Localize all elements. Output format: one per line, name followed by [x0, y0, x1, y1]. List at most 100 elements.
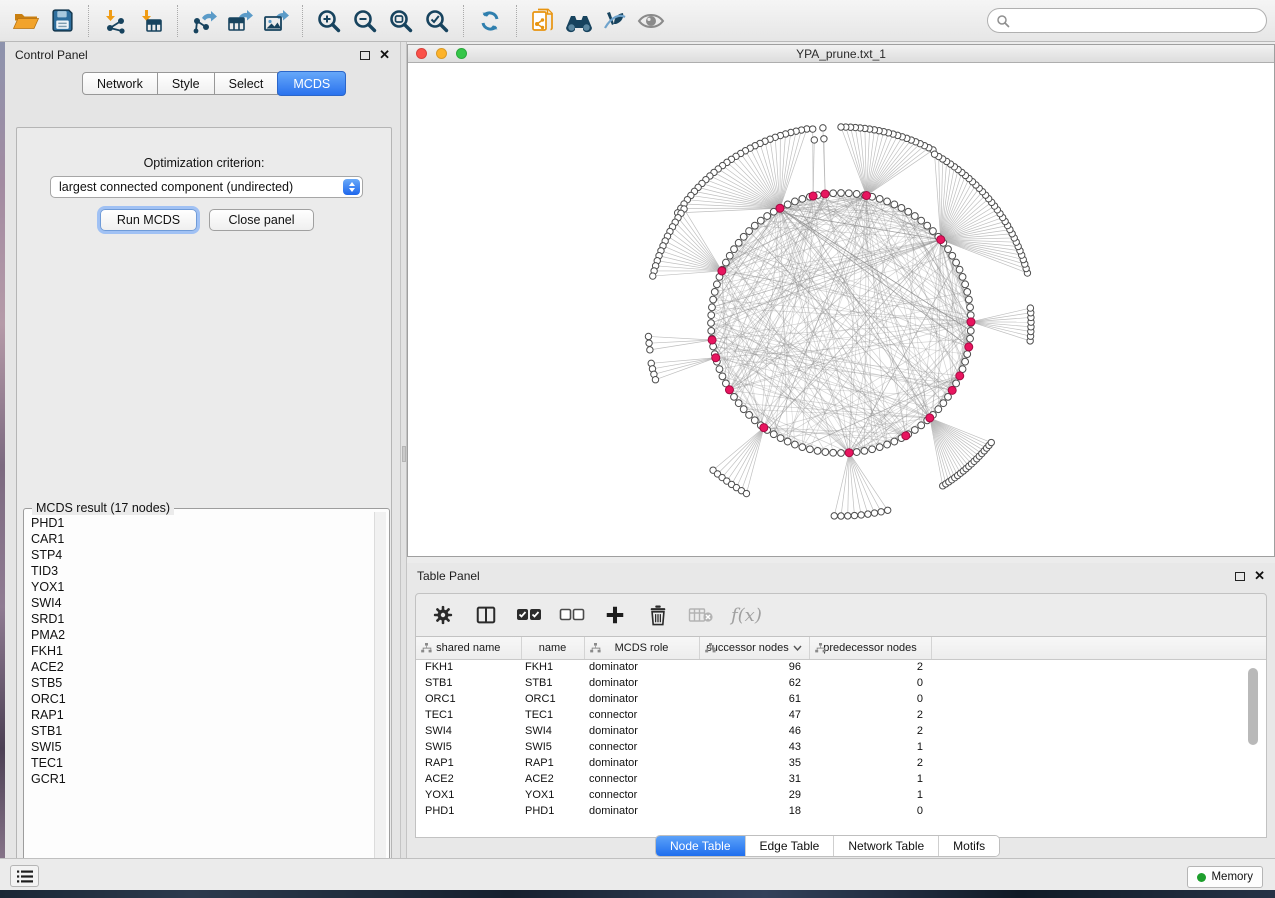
graph-node[interactable]: [853, 191, 860, 198]
column-header-predecessor-nodes[interactable]: predecessor nodes: [809, 637, 931, 659]
graph-node[interactable]: [924, 222, 931, 229]
search-input[interactable]: [1010, 14, 1258, 28]
graph-node[interactable]: [822, 449, 829, 456]
graph-node[interactable]: [784, 201, 791, 208]
graph-node[interactable]: [820, 125, 826, 131]
graph-node[interactable]: [831, 513, 837, 519]
table-row[interactable]: SWI5SWI5connector431: [416, 739, 1266, 755]
graph-mcds-node[interactable]: [809, 192, 817, 200]
network-canvas[interactable]: [408, 63, 1274, 556]
graph-node[interactable]: [652, 377, 658, 383]
graph-node[interactable]: [1027, 305, 1033, 311]
graph-node[interactable]: [646, 340, 652, 346]
export-image-button[interactable]: [258, 4, 294, 38]
graph-node[interactable]: [935, 406, 942, 413]
graph-node[interactable]: [838, 450, 845, 457]
graph-node[interactable]: [876, 444, 883, 451]
graph-node[interactable]: [878, 509, 884, 515]
table-row[interactable]: FKH1FKH1dominator962: [416, 659, 1266, 675]
table-row[interactable]: STB1STB1dominator620: [416, 675, 1266, 691]
graph-mcds-node[interactable]: [862, 192, 870, 200]
graph-node[interactable]: [810, 126, 816, 132]
graph-node[interactable]: [719, 373, 726, 380]
open-file-button[interactable]: [8, 4, 44, 38]
table-row[interactable]: YOX1YOX1connector291: [416, 787, 1266, 803]
graph-node[interactable]: [838, 513, 844, 519]
graph-node[interactable]: [821, 136, 827, 142]
graph-node[interactable]: [647, 347, 653, 353]
table-settings-button[interactable]: [430, 602, 456, 628]
select-all-columns-button[interactable]: [516, 602, 542, 628]
list-item[interactable]: YOX1: [31, 579, 373, 595]
window-zoom-traffic-light[interactable]: [456, 48, 467, 59]
import-table-button[interactable]: [133, 4, 169, 38]
export-network-button[interactable]: [186, 4, 222, 38]
graph-node[interactable]: [853, 449, 860, 456]
search-network-button[interactable]: [561, 4, 597, 38]
list-item[interactable]: TID3: [31, 563, 373, 579]
graph-node[interactable]: [845, 513, 851, 519]
graph-node[interactable]: [811, 137, 817, 143]
window-minimize-traffic-light[interactable]: [436, 48, 447, 59]
graph-node[interactable]: [708, 327, 715, 334]
list-item[interactable]: ORC1: [31, 691, 373, 707]
list-item[interactable]: FKH1: [31, 643, 373, 659]
graph-mcds-node[interactable]: [760, 424, 768, 432]
list-item[interactable]: PHD1: [31, 515, 373, 531]
window-close-traffic-light[interactable]: [416, 48, 427, 59]
graph-node[interactable]: [962, 358, 969, 365]
graph-mcds-node[interactable]: [845, 449, 853, 457]
graph-node[interactable]: [710, 296, 717, 303]
close-panel-icon[interactable]: ✕: [1254, 571, 1265, 581]
graph-node[interactable]: [918, 217, 925, 224]
tab-select[interactable]: Select: [215, 72, 279, 95]
table-row[interactable]: TEC1TEC1connector472: [416, 707, 1266, 723]
graph-node[interactable]: [838, 190, 845, 197]
graph-node[interactable]: [830, 449, 837, 456]
graph-node[interactable]: [740, 233, 747, 240]
show-graphics-details-button[interactable]: [633, 4, 669, 38]
graph-node[interactable]: [858, 512, 864, 518]
graph-mcds-node[interactable]: [926, 414, 934, 422]
graph-node[interactable]: [851, 512, 857, 518]
graph-node[interactable]: [884, 507, 890, 513]
list-item[interactable]: SWI5: [31, 739, 373, 755]
graph-node[interactable]: [792, 198, 799, 205]
list-item[interactable]: ACE2: [31, 659, 373, 675]
zoom-fit-button[interactable]: [383, 4, 419, 38]
graph-node[interactable]: [806, 446, 813, 453]
zoom-in-button[interactable]: [311, 4, 347, 38]
list-item[interactable]: TEC1: [31, 755, 373, 771]
graph-node[interactable]: [861, 447, 868, 454]
graph-node[interactable]: [751, 222, 758, 229]
graph-node[interactable]: [967, 335, 974, 342]
network-from-file-button[interactable]: [525, 4, 561, 38]
list-item[interactable]: GCR1: [31, 771, 373, 787]
graph-node[interactable]: [645, 333, 651, 339]
graph-node[interactable]: [876, 195, 883, 202]
graph-node[interactable]: [884, 441, 891, 448]
table-row[interactable]: ORC1ORC1dominator610: [416, 691, 1266, 707]
function-builder-button[interactable]: f(x): [731, 602, 762, 628]
list-item[interactable]: CAR1: [31, 531, 373, 547]
graph-node[interactable]: [770, 431, 777, 438]
graph-node[interactable]: [757, 217, 764, 224]
list-item[interactable]: SRD1: [31, 611, 373, 627]
graph-node[interactable]: [743, 490, 749, 496]
graph-node[interactable]: [751, 417, 758, 424]
graph-node[interactable]: [740, 406, 747, 413]
tab-network-table[interactable]: Network Table: [834, 836, 939, 856]
list-item[interactable]: STP4: [31, 547, 373, 563]
column-header-mcds-role[interactable]: MCDS role: [584, 637, 699, 659]
graph-node[interactable]: [731, 393, 738, 400]
graph-mcds-node[interactable]: [712, 354, 720, 362]
refresh-button[interactable]: [472, 4, 508, 38]
tab-motifs[interactable]: Motifs: [939, 836, 999, 856]
graph-node[interactable]: [967, 327, 974, 334]
graph-node[interactable]: [711, 288, 718, 295]
graph-mcds-node[interactable]: [718, 267, 726, 275]
graph-node[interactable]: [945, 246, 952, 253]
graph-node[interactable]: [891, 438, 898, 445]
task-history-button[interactable]: [10, 865, 39, 887]
column-header-name[interactable]: name: [521, 637, 584, 659]
